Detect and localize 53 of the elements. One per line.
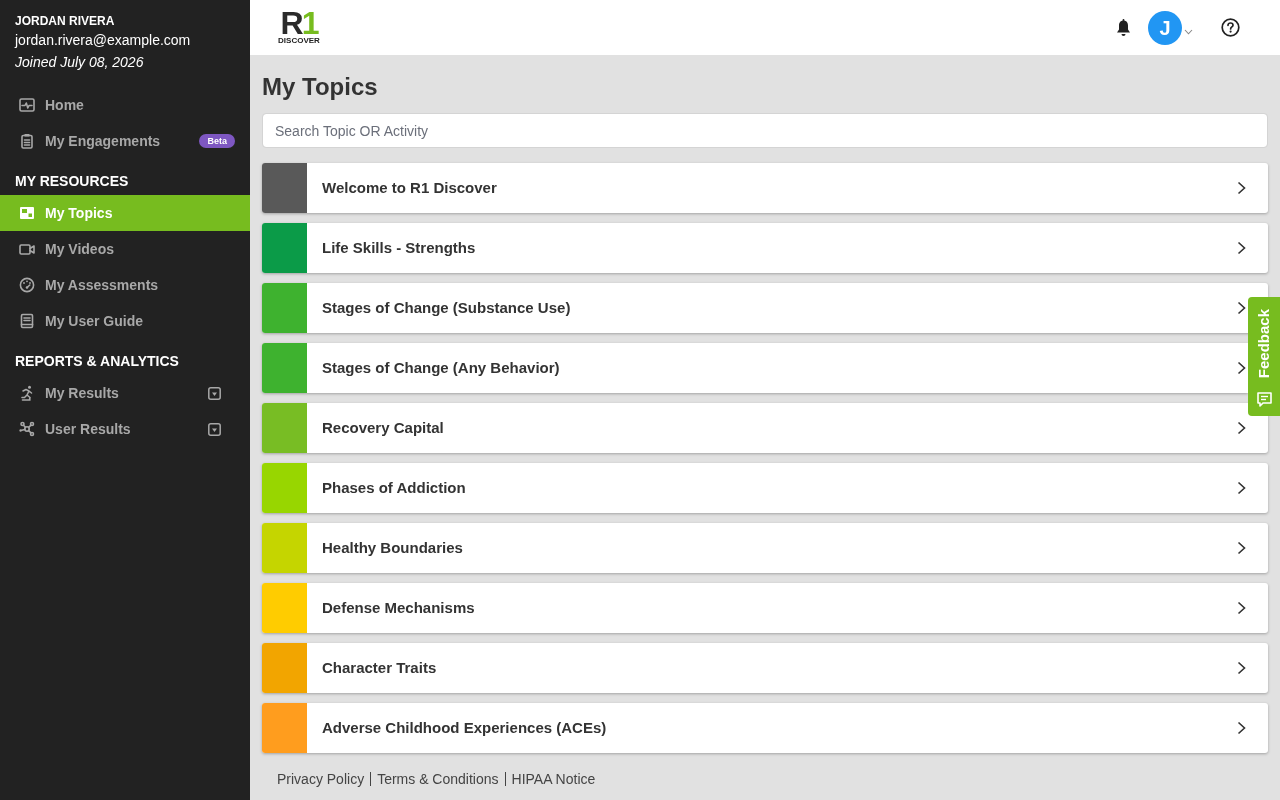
help-icon[interactable] <box>1221 18 1240 37</box>
sidebar-nav-item[interactable]: My Results <box>0 375 250 411</box>
topic-row[interactable]: Healthy Boundaries <box>262 523 1268 573</box>
monitor-pulse-icon <box>19 97 35 113</box>
chevron-right-icon <box>1237 421 1246 435</box>
chevron-right-icon <box>1237 301 1246 315</box>
chevron-down-icon[interactable] <box>1184 28 1193 35</box>
book-icon <box>19 313 35 329</box>
user-name: JORDAN RIVERA <box>14 13 116 29</box>
search-field[interactable]: Search Topic OR Activity <box>262 113 1268 148</box>
topic-row[interactable]: Character Traits <box>262 643 1268 693</box>
topic-row[interactable]: Phases of Addiction <box>262 463 1268 513</box>
topic-row[interactable]: Recovery Capital <box>262 403 1268 453</box>
chevron-right-icon <box>1237 481 1246 495</box>
chevron-right-icon <box>1237 241 1246 255</box>
chevron-right-icon <box>1237 361 1246 375</box>
topic-row[interactable]: Life Skills - Strengths <box>262 223 1268 273</box>
running-figure-icon <box>19 385 35 401</box>
sidebar-nav-item[interactable]: User Results <box>0 411 250 447</box>
sidebar-nav-item[interactable]: My Assessments <box>0 267 250 303</box>
topic-row[interactable]: Welcome to R1 Discover <box>262 163 1268 213</box>
footer-link[interactable]: HIPAA Notice <box>511 769 596 789</box>
bell-icon[interactable] <box>1115 18 1132 37</box>
footer-link[interactable]: Privacy Policy <box>277 769 365 789</box>
logo-mark[interactable]: R1 <box>280 9 318 36</box>
footer-link[interactable]: Terms & Conditions <box>377 769 499 789</box>
page-title: My Topics <box>262 72 379 101</box>
topic-row[interactable]: Stages of Change (Any Behavior) <box>262 343 1248 393</box>
chevron-right-icon <box>1237 721 1246 735</box>
dropdown-caret-icon[interactable] <box>208 422 221 436</box>
clipboard-icon <box>19 133 35 149</box>
chevron-right-icon <box>1237 661 1246 675</box>
picture-frame-icon <box>19 205 35 221</box>
logo-tagline: DISCOVER <box>278 35 320 46</box>
section-heading: MY RESOURCES <box>14 172 130 191</box>
gauge-icon <box>19 277 35 293</box>
chevron-right-icon <box>1237 601 1246 615</box>
sidebar-nav-item[interactable]: Home <box>0 87 250 123</box>
dropdown-caret-icon[interactable] <box>208 386 221 400</box>
sidebar-nav-item[interactable]: My Engagements Beta <box>0 123 250 159</box>
video-camera-icon <box>19 241 35 257</box>
sidebar-nav-item[interactable]: My Videos <box>0 231 250 267</box>
network-nodes-icon <box>19 421 35 437</box>
chat-bubble-icon <box>1255 391 1273 408</box>
chevron-right-icon <box>1237 181 1246 195</box>
sidebar-nav-item[interactable]: My User Guide <box>0 303 250 339</box>
chevron-right-icon <box>1237 541 1246 555</box>
joined-date: Joined July 08, 2026 <box>14 53 145 72</box>
section-heading: REPORTS & ANALYTICS <box>14 352 180 371</box>
beta-badge: Beta <box>199 134 235 148</box>
user-email: jordan.rivera@example.com <box>13 31 192 50</box>
topic-row[interactable]: Defense Mechanisms <box>262 583 1268 633</box>
topic-row[interactable]: Adverse Childhood Experiences (ACEs) <box>262 703 1268 753</box>
